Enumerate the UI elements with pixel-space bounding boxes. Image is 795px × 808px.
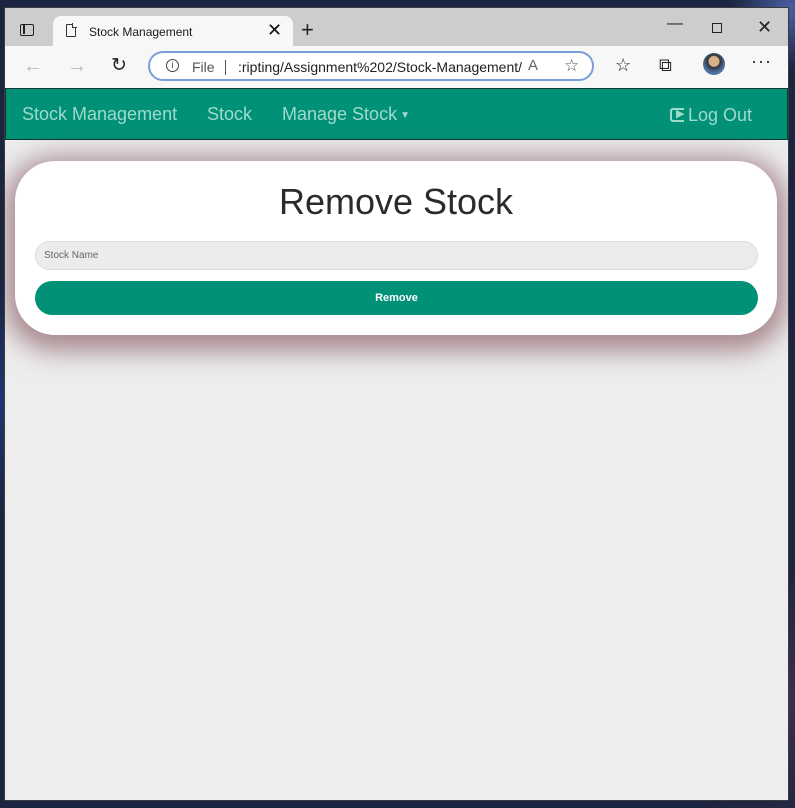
- tab-title: Stock Management: [89, 25, 193, 39]
- page-viewport: Stock Management Stock Manage Stock▼ Log…: [5, 88, 788, 800]
- info-icon[interactable]: i: [166, 59, 179, 72]
- page-title: Remove Stock: [278, 181, 514, 222]
- close-window-icon[interactable]: ✕: [757, 18, 772, 36]
- logout-label: Log Out: [688, 105, 753, 125]
- profile-avatar[interactable]: [703, 53, 725, 75]
- stock-name-input[interactable]: [35, 241, 758, 270]
- favorites-icon[interactable]: ☆: [615, 56, 631, 74]
- address-bar[interactable]: i File :ripting/Assignment%202/Stock-Man…: [148, 51, 594, 81]
- close-tab-icon[interactable]: ✕: [267, 21, 282, 39]
- tab-actions-icon[interactable]: [20, 24, 34, 36]
- minimize-icon[interactable]: —: [667, 16, 683, 32]
- address-divider: [225, 60, 226, 75]
- address-url[interactable]: :ripting/Assignment%202/Stock-Management…: [238, 59, 524, 75]
- nav-link-label: Stock: [207, 104, 253, 124]
- new-tab-icon[interactable]: +: [301, 19, 314, 41]
- tab-strip: Stock Management ✕ + — ✕: [5, 8, 788, 46]
- collections-icon[interactable]: ⧉: [659, 56, 672, 74]
- nav-link-stock[interactable]: Stock: [207, 104, 252, 125]
- add-favorite-icon[interactable]: ☆: [564, 56, 579, 76]
- browser-tab[interactable]: Stock Management ✕: [53, 16, 293, 46]
- browser-toolbar: ← → ↻ i File :ripting/Assignment%202/Sto…: [5, 46, 788, 88]
- reload-icon[interactable]: ↻: [111, 56, 127, 76]
- browser-window: Stock Management ✕ + — ✕ ← → ↻ i File :r…: [5, 8, 788, 800]
- site-navbar: Stock Management Stock Manage Stock▼ Log…: [5, 88, 788, 140]
- back-icon[interactable]: ←: [23, 56, 43, 76]
- forward-icon[interactable]: →: [67, 56, 87, 76]
- read-aloud-icon[interactable]: A: [528, 57, 538, 74]
- nav-dropdown-manage-stock[interactable]: Manage Stock ▼: [282, 104, 410, 125]
- maximize-icon[interactable]: [712, 23, 722, 33]
- page-icon: [66, 23, 77, 37]
- more-options-icon[interactable]: ···: [751, 52, 772, 70]
- logout-icon: [670, 107, 684, 122]
- logout-link[interactable]: Log Out: [670, 105, 752, 126]
- remove-button[interactable]: Remove: [35, 281, 758, 315]
- remove-stock-card: Remove Stock Remove: [15, 161, 777, 335]
- navbar-brand[interactable]: Stock Management: [22, 104, 177, 125]
- caret-down-icon: ▼: [400, 109, 410, 121]
- address-scheme: File: [192, 59, 215, 75]
- nav-link-label: Manage Stock: [282, 104, 398, 124]
